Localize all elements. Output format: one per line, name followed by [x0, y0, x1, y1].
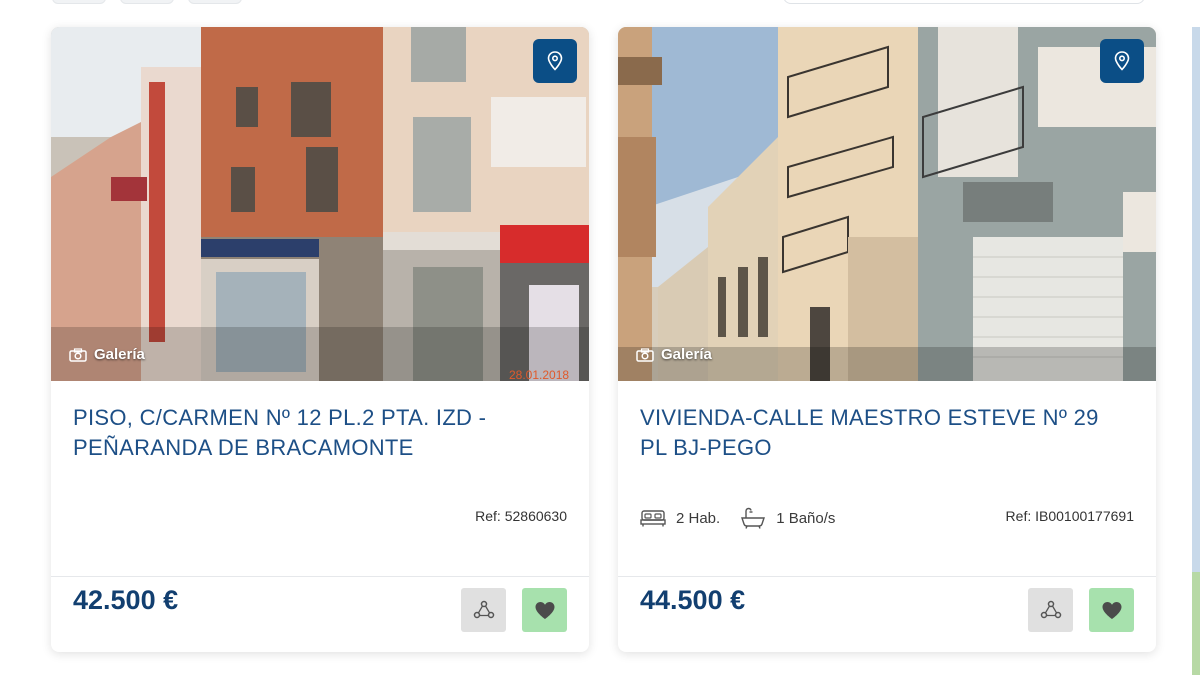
camera-icon — [636, 347, 654, 362]
map-pin-icon — [547, 51, 563, 71]
bed-icon — [640, 510, 666, 527]
share-icon — [1040, 600, 1061, 619]
gallery-link[interactable]: Galería — [636, 346, 712, 363]
baths-count: 1 Baño/s — [776, 509, 836, 527]
listing-grid-page: 28.01.2018 Galería PISO, C/CARMEN Nº 12 … — [0, 0, 1200, 675]
baths-feature: 1 Baño/s — [740, 507, 835, 529]
filter-chip[interactable] — [52, 0, 106, 4]
sort-select[interactable] — [783, 0, 1145, 4]
filter-chips-strip — [52, 0, 242, 4]
gallery-link[interactable]: Galería — [69, 346, 145, 363]
property-title[interactable]: PISO, C/CARMEN Nº 12 PL.2 PTA. IZD - PEÑ… — [73, 403, 543, 463]
property-title[interactable]: VIVIENDA-CALLE MAESTRO ESTEVE Nº 29 PL B… — [640, 403, 1110, 463]
property-features: 2 Hab. 1 Baño/s — [640, 507, 835, 529]
bath-icon — [741, 507, 766, 529]
heart-icon — [1102, 601, 1121, 619]
filter-chip[interactable] — [120, 0, 174, 4]
rooms-feature: 2 Hab. — [640, 509, 720, 527]
rooms-count: 2 Hab. — [676, 509, 721, 527]
camera-icon — [69, 347, 87, 362]
favorite-button[interactable] — [1089, 588, 1134, 632]
property-photo[interactable]: 28.01.2018 Galería — [51, 27, 589, 381]
reference-number: Ref: 52860630 — [475, 508, 567, 524]
reference-number: Ref: IB00100177691 — [1005, 508, 1134, 524]
share-button[interactable] — [1028, 588, 1073, 632]
share-button[interactable] — [461, 588, 506, 632]
card-divider — [51, 576, 589, 577]
property-card[interactable]: 28.01.2018 Galería PISO, C/CARMEN Nº 12 … — [51, 27, 589, 652]
map-location-button[interactable] — [1100, 39, 1144, 83]
gallery-label: Galería — [94, 346, 145, 363]
property-photo[interactable]: Galería — [618, 27, 1156, 381]
share-icon — [473, 600, 494, 619]
map-panel-edge[interactable] — [1192, 27, 1200, 675]
filter-chip[interactable] — [188, 0, 242, 4]
gallery-label: Galería — [661, 346, 712, 363]
property-price: 42.500 € — [73, 585, 179, 615]
card-divider — [618, 576, 1156, 577]
street-photo-1: 28.01.2018 — [51, 27, 589, 381]
map-location-button[interactable] — [533, 39, 577, 83]
property-card[interactable]: Galería VIVIENDA-CALLE MAESTRO ESTEVE Nº… — [618, 27, 1156, 652]
street-photo-2 — [618, 27, 1156, 381]
favorite-button[interactable] — [522, 588, 567, 632]
map-pin-icon — [1114, 51, 1130, 71]
heart-icon — [535, 601, 554, 619]
photo-date-stamp: 28.01.2018 — [509, 368, 569, 381]
property-price: 44.500 € — [640, 585, 746, 615]
